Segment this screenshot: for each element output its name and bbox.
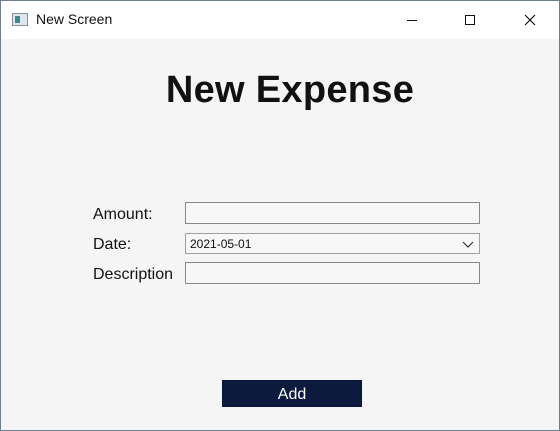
window-title: New Screen xyxy=(36,11,113,27)
date-label: Date: xyxy=(93,236,132,253)
description-input[interactable] xyxy=(185,262,480,284)
app-window: New Screen New Expense Amount: Date: 202… xyxy=(0,0,560,431)
close-icon xyxy=(524,14,536,26)
chevron-down-icon[interactable] xyxy=(460,236,476,252)
close-button[interactable] xyxy=(501,1,559,39)
app-icon-pane xyxy=(15,16,20,23)
minimize-icon xyxy=(407,19,417,21)
add-button[interactable]: Add xyxy=(222,380,362,407)
amount-label: Amount: xyxy=(93,206,153,223)
title-bar[interactable]: New Screen xyxy=(1,1,559,39)
maximize-button[interactable] xyxy=(441,1,499,39)
date-value: 2021-05-01 xyxy=(190,237,252,251)
main-content: New Expense Amount: Date: 2021-05-01 Des… xyxy=(1,39,559,430)
minimize-button[interactable] xyxy=(383,1,441,39)
amount-input[interactable] xyxy=(185,202,480,224)
date-picker[interactable]: 2021-05-01 xyxy=(185,233,480,254)
description-label: Description xyxy=(93,266,174,283)
app-icon xyxy=(12,13,28,26)
maximize-icon xyxy=(465,15,475,25)
page-title: New Expense xyxy=(165,69,415,111)
